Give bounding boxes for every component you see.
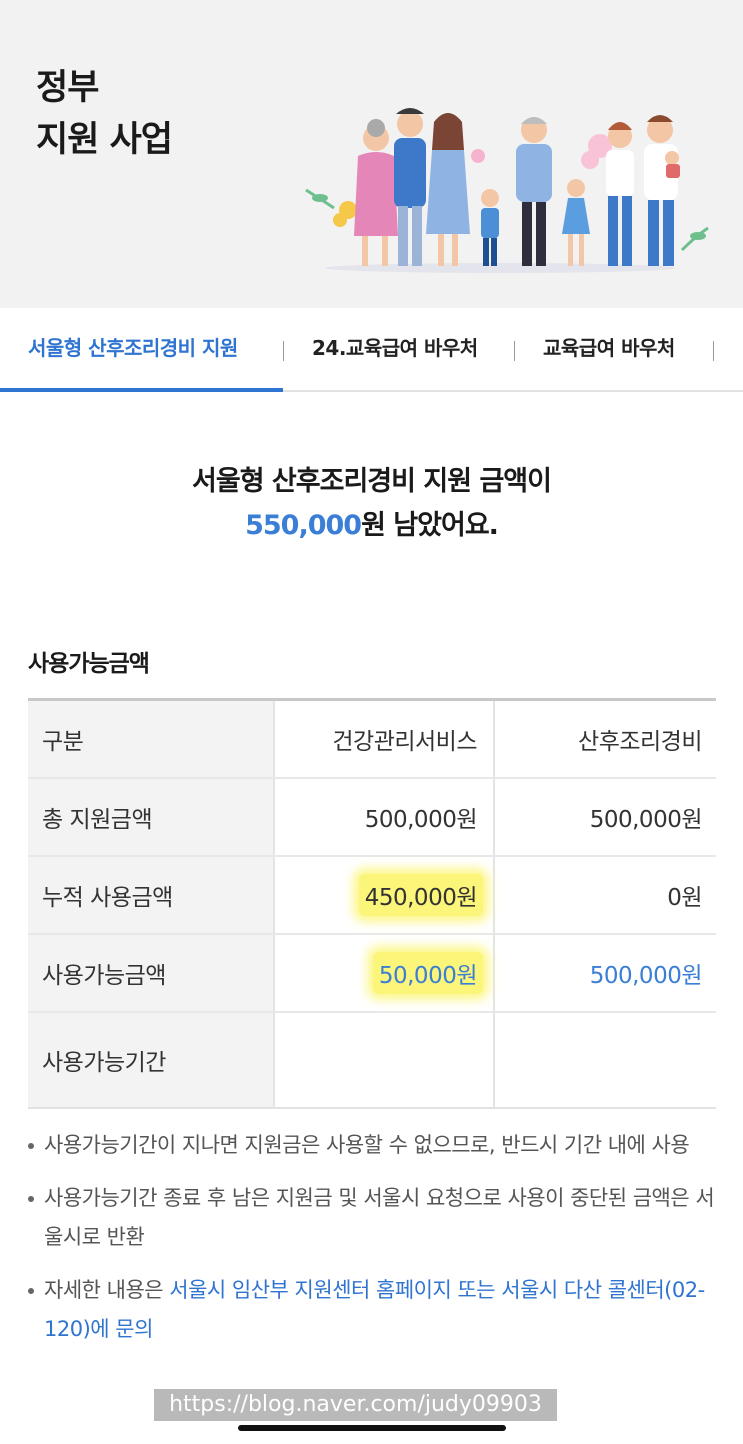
page-header: 정부 지원 사업 [0,0,743,308]
family-illustration [305,108,709,273]
health-value: 500,000원 [275,779,495,855]
summary-line2: 550,000원 남았어요. [0,504,743,548]
postnatal-value: 0원 [667,885,702,911]
notice-list: 사용가능기간이 지나면 지원금은 사용할 수 없으므로, 반드시 기간 내에 사… [26,1126,726,1363]
notice-item: 사용가능기간 종료 후 남은 지원금 및 서울시 요청으로 사용이 중단된 금액… [26,1179,726,1257]
row-label: 총 지원금액 [28,779,275,855]
health-value [275,1013,495,1107]
header-postnatal-cost: 산후조리경비 [578,729,702,755]
notice-item: 자세한 내용은 서울시 임산부 지원센터 홈페이지 또는 서울시 다산 콜센터(… [26,1271,726,1349]
health-value-cell: 450,000원 [275,857,495,933]
header-category: 구분 [28,701,275,777]
notice-item: 사용가능기간이 지나면 지원금은 사용할 수 없으므로, 반드시 기간 내에 사… [26,1126,726,1165]
tab-divider [713,341,714,361]
table-row: 사용가능금액 50,000원 500,000원 [28,935,716,1013]
tab-bar: 서울형 산후조리경비 지원 24.교육급여 바우처 교육급여 바우처 [0,308,743,392]
row-label: 사용가능기간 [28,1013,275,1107]
table-row: 누적 사용금액 450,000원 0원 [28,857,716,935]
header-health-service: 건강관리서비스 [275,701,495,777]
health-value-cell: 50,000원 [275,935,495,1011]
postnatal-value: 500,000원 [589,807,703,833]
tab-education-voucher[interactable]: 교육급여 바우처 [543,308,675,392]
tab-seoul-postnatal[interactable]: 서울형 산후조리경비 지원 [28,308,238,392]
row-label: 누적 사용금액 [28,857,275,933]
tab-divider [283,341,284,361]
page-title: 정부 지원 사업 [36,62,173,166]
home-indicator [238,1425,506,1431]
notice-prefix: 자세한 내용은 [44,1278,170,1302]
table-header-row: 구분 건강관리서비스 산후조리경비 [28,701,716,779]
summary-line1: 서울형 산후조리경비 지원 금액이 [192,466,552,497]
available-amount-table: 구분 건강관리서비스 산후조리경비 총 지원금액 500,000원 500,00… [28,698,716,1109]
active-tab-indicator [0,388,283,392]
table-row: 사용가능기간 [28,1013,716,1109]
remaining-summary: 서울형 산후조리경비 지원 금액이 550,000원 남았어요. [0,460,743,548]
tab-education-voucher-24[interactable]: 24.교육급여 바우처 [312,308,478,392]
page-title-line1: 정부 [36,68,99,108]
postnatal-value: 500,000원 [589,963,703,989]
row-label: 사용가능금액 [28,935,275,1011]
health-value: 450,000원 [358,874,483,916]
page-title-line2: 지원 사업 [36,120,173,160]
summary-suffix: 원 남았어요. [361,510,499,541]
table-row: 총 지원금액 500,000원 500,000원 [28,779,716,857]
postnatal-value [495,1013,716,1107]
blog-watermark: https://blog.naver.com/judy09903 [154,1389,557,1421]
health-value: 50,000원 [372,952,483,994]
section-title: 사용가능금액 [28,651,150,677]
tab-divider [514,341,515,361]
remaining-amount: 550,000 [245,510,362,541]
